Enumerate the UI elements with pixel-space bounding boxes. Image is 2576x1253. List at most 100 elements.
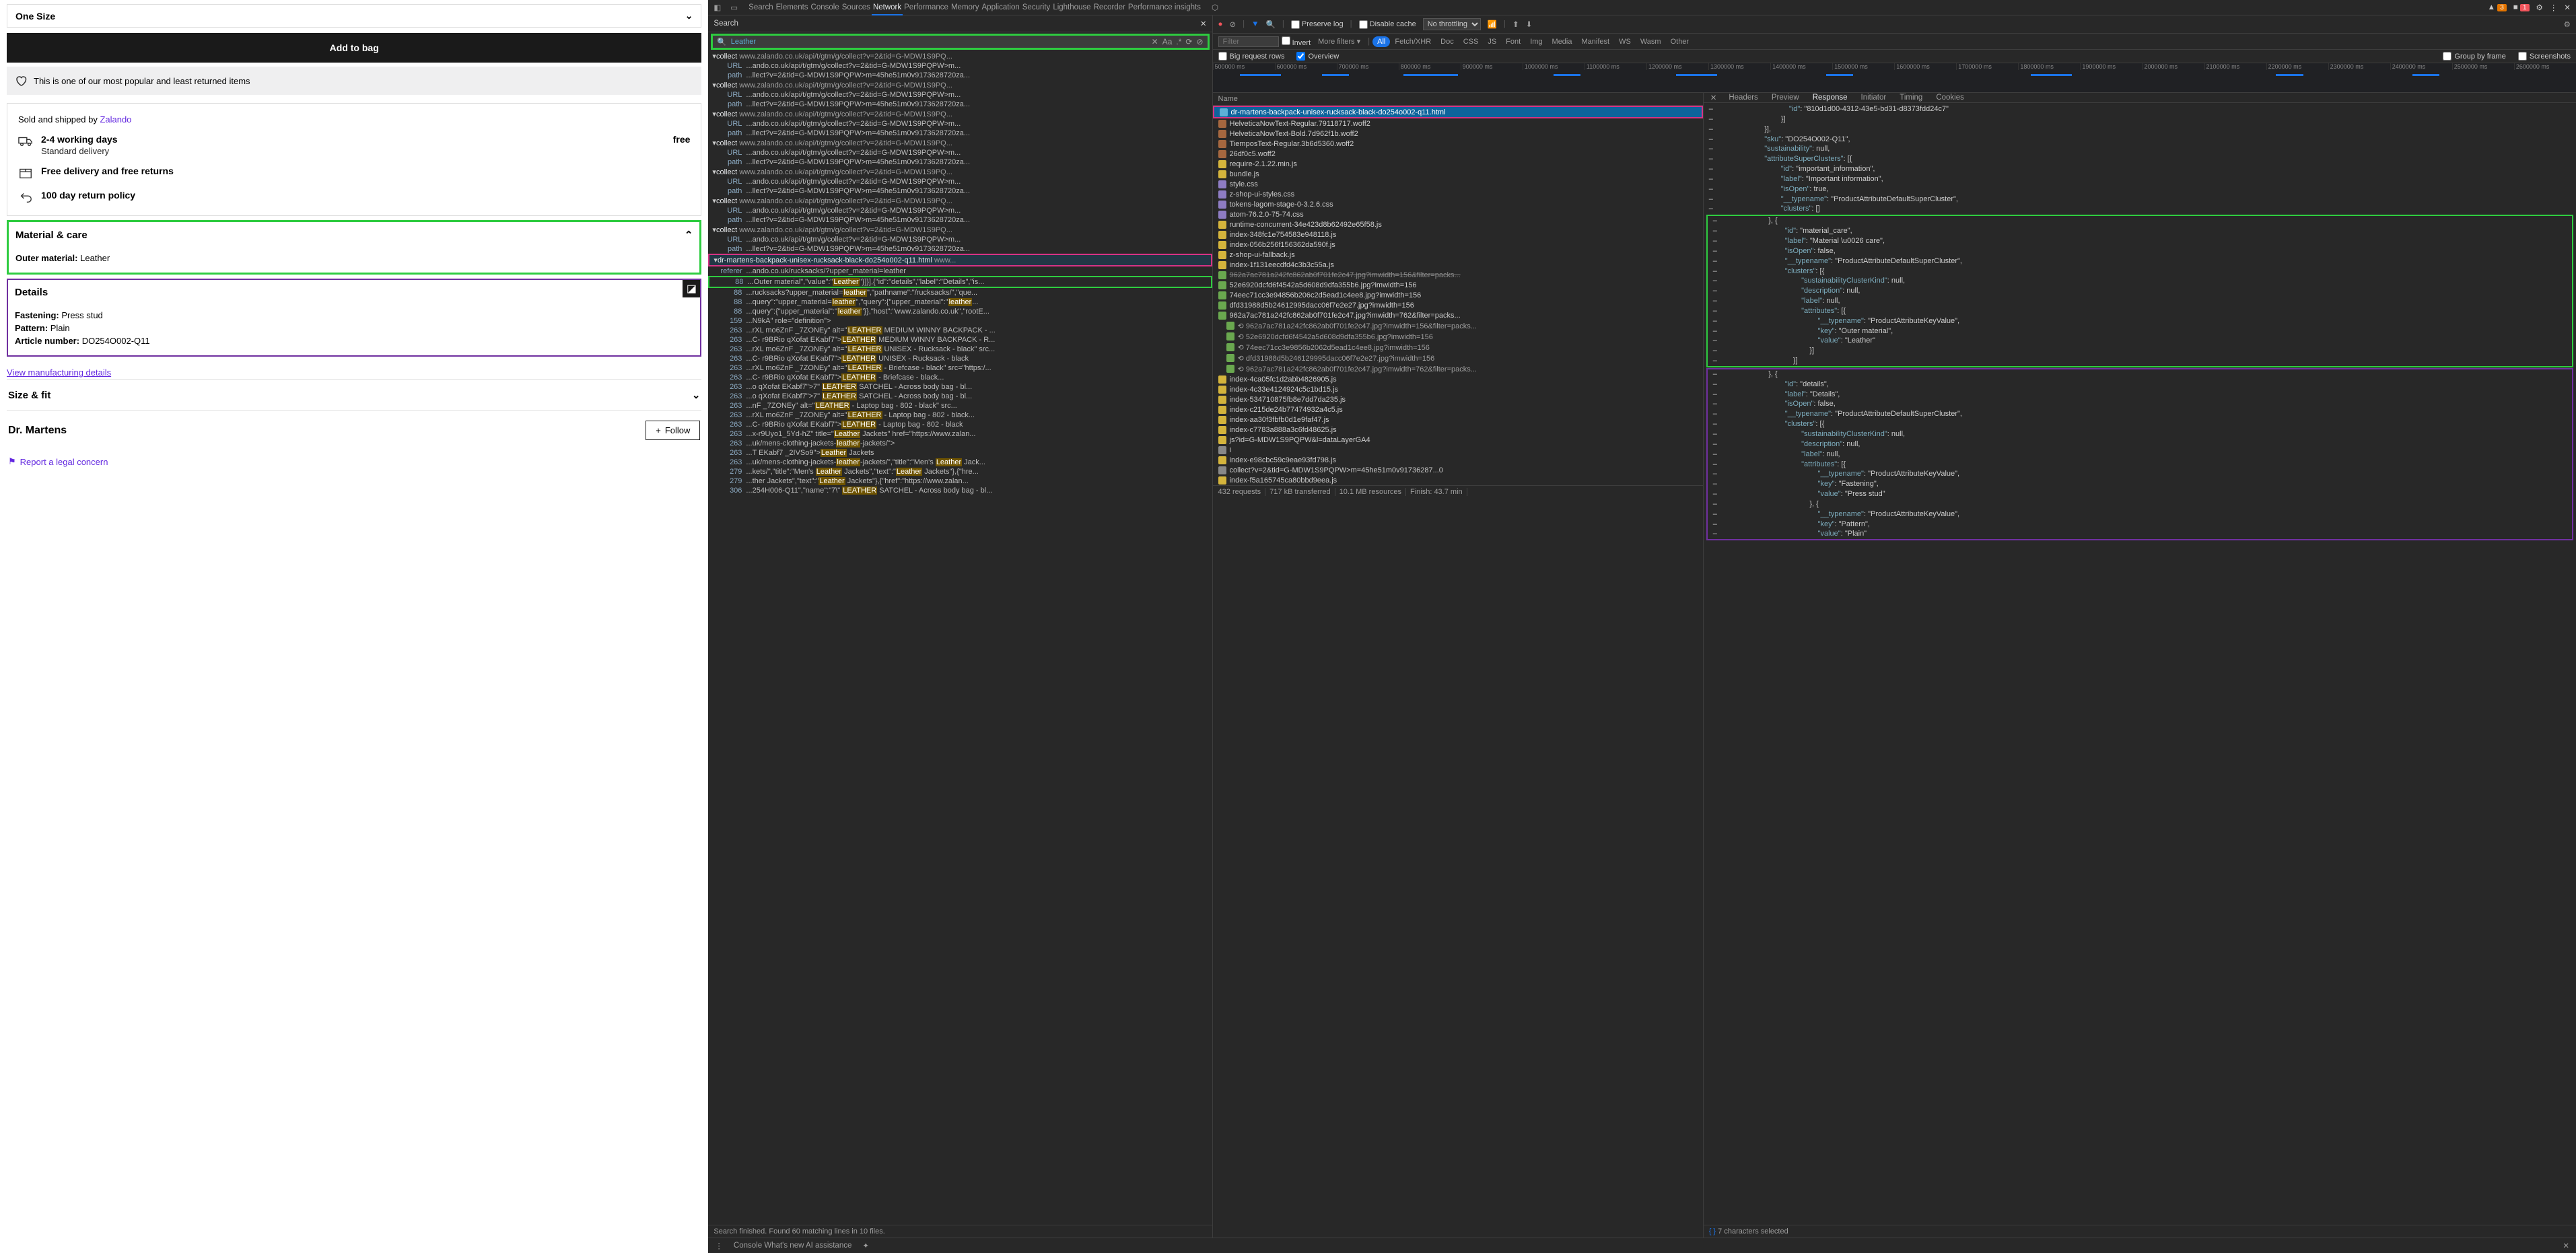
- case-button[interactable]: Aa: [1162, 37, 1173, 46]
- search-line[interactable]: path...llect?v=2&tid=G-MDW1S9PQPW>m=45he…: [708, 100, 1212, 109]
- search-icon[interactable]: 🔍: [1266, 20, 1276, 29]
- search-file-html[interactable]: ▾dr-martens-backpack-unisex-rucksack-bla…: [708, 254, 1212, 266]
- search-line[interactable]: 263...C- r9BRio qXofat EKabf7">LEATHER -…: [708, 373, 1212, 382]
- search-line[interactable]: 306...254H006-Q11","name":"7\" LEATHER S…: [708, 486, 1212, 495]
- close-icon[interactable]: ✕: [2563, 1241, 2569, 1250]
- search-line[interactable]: path...llect?v=2&tid=G-MDW1S9PQPW>m=45he…: [708, 215, 1212, 225]
- request-row[interactable]: 26df0c5.woff2: [1213, 149, 1703, 159]
- search-input[interactable]: [731, 38, 1148, 46]
- tab-sources[interactable]: Sources: [841, 1, 872, 14]
- search-line[interactable]: 263...C- r9BRio qXofat EKabf7">LEATHER M…: [708, 335, 1212, 345]
- request-row[interactable]: index-1f131eecdfd4c3b3c55a.js: [1213, 260, 1703, 270]
- request-row[interactable]: HelveticaNowText-Regular.79118717.woff2: [1213, 118, 1703, 129]
- search-line[interactable]: URL...ando.co.uk/api/t/gtm/g/collect?v=2…: [708, 235, 1212, 244]
- filter-input[interactable]: [1218, 36, 1279, 47]
- chip-fetch-xhr[interactable]: Fetch/XHR: [1390, 36, 1436, 47]
- request-row[interactable]: index-f5a165745ca80bbd9eea.js: [1213, 475, 1703, 485]
- search-line[interactable]: URL...ando.co.uk/api/t/gtm/g/collect?v=2…: [708, 206, 1212, 215]
- search-line[interactable]: 263...uk/mens-clothing-jackets-leather-j…: [708, 458, 1212, 467]
- request-row[interactable]: 962a7ac781a242fc862ab0f701fe2c47.jpg?imw…: [1213, 270, 1703, 280]
- search-line[interactable]: 263...uk/mens-clothing-jackets-leather-j…: [708, 439, 1212, 448]
- search-line[interactable]: 159...N9kA" role="definition">: [708, 316, 1212, 326]
- request-row[interactable]: 962a7ac781a242fc862ab0f701fe2c47.jpg?imw…: [1213, 310, 1703, 320]
- search-line[interactable]: URL...ando.co.uk/api/t/gtm/g/collect?v=2…: [708, 61, 1212, 71]
- size-selector[interactable]: One Size ⌄: [7, 4, 701, 28]
- chip-media[interactable]: Media: [1547, 36, 1577, 47]
- chip-manifest[interactable]: Manifest: [1577, 36, 1615, 47]
- waterfall[interactable]: 500000 ms600000 ms700000 ms800000 ms9000…: [1213, 63, 2576, 93]
- search-line[interactable]: 263...C- r9BRio qXofat EKabf7">LEATHER U…: [708, 354, 1212, 363]
- download-icon[interactable]: ⬇: [1526, 20, 1533, 29]
- search-line[interactable]: 279...kets/","title":"Men's Leather Jack…: [708, 467, 1212, 476]
- material-care-toggle[interactable]: Material & care ⌃: [15, 229, 693, 241]
- request-row[interactable]: 74eec71cc3e94856b206c2d5ead1c4ee8.jpg?im…: [1213, 290, 1703, 300]
- tab-console[interactable]: Console: [810, 1, 841, 14]
- request-row[interactable]: index-348fc1e754583e948118.js: [1213, 229, 1703, 240]
- request-row[interactable]: index-c7783a888a3c6fd48625.js: [1213, 425, 1703, 435]
- request-list[interactable]: Name dr-martens-backpack-unisex-rucksack…: [1213, 93, 1704, 1238]
- search-line[interactable]: 263...T EKabf7 _2IVSo9">Leather Jackets: [708, 448, 1212, 458]
- clear-button[interactable]: ⊘: [1230, 20, 1237, 29]
- invert-checkbox[interactable]: Invert: [1282, 36, 1311, 47]
- json-viewer[interactable]: – "id": "810d1d00-4312-43e5-bd31-d8373fd…: [1704, 103, 2576, 1225]
- search-file[interactable]: ▾collect www.zalando.co.uk/api/t/gtm/g/c…: [708, 225, 1212, 235]
- manufacturing-link[interactable]: View manufacturing details: [7, 367, 111, 378]
- upload-icon[interactable]: ⬆: [1512, 20, 1519, 29]
- preserve-log-checkbox[interactable]: Preserve log: [1291, 20, 1344, 29]
- request-row[interactable]: collect?v=2&tid=G-MDW1S9PQPW>m=45he51m0v…: [1213, 465, 1703, 475]
- overview-checkbox[interactable]: Overview: [1296, 52, 1339, 61]
- drawer-tab-what-s-new[interactable]: What's new: [764, 1242, 804, 1250]
- search-file[interactable]: ▾collect www.zalando.co.uk/api/t/gtm/g/c…: [708, 167, 1212, 177]
- drawer-toggle[interactable]: ⋮: [715, 1241, 723, 1250]
- search-line[interactable]: URL...ando.co.uk/api/t/gtm/g/collect?v=2…: [708, 177, 1212, 186]
- request-row[interactable]: z-shop-ui-styles.css: [1213, 189, 1703, 199]
- search-line[interactable]: URL...ando.co.uk/api/t/gtm/g/collect?v=2…: [708, 148, 1212, 157]
- chip-doc[interactable]: Doc: [1436, 36, 1459, 47]
- search-line[interactable]: 263...x-r9Uyo1_5Yd-hZ" title="Leather Ja…: [708, 429, 1212, 439]
- more-filters[interactable]: More filters ▾: [1313, 36, 1365, 47]
- search-line[interactable]: 279...ther Jackets","text":"Leather Jack…: [708, 476, 1212, 486]
- search-line[interactable]: URL...ando.co.uk/api/t/gtm/g/collect?v=2…: [708, 90, 1212, 100]
- record-button[interactable]: ●: [1218, 20, 1223, 28]
- big-rows-checkbox[interactable]: Big request rows: [1218, 52, 1285, 61]
- request-row[interactable]: z-shop-ui-fallback.js: [1213, 250, 1703, 260]
- search-line[interactable]: path...llect?v=2&tid=G-MDW1S9PQPW>m=45he…: [708, 71, 1212, 80]
- crop-icon[interactable]: ◪: [683, 280, 700, 297]
- search-line[interactable]: 263...rXL mo6ZnF _7ZONEy" alt="LEATHER -…: [708, 363, 1212, 373]
- request-row[interactable]: dr-martens-backpack-unisex-rucksack-blac…: [1213, 106, 1703, 118]
- more-icon[interactable]: ⋮: [2550, 3, 2558, 12]
- request-row[interactable]: index-aa30f3fbfb0d1e9faf47.js: [1213, 415, 1703, 425]
- close-icon[interactable]: ✕: [1200, 19, 1207, 28]
- request-row[interactable]: ⟲ 962a7ac781a242fc862ab0f701fe2c47.jpg?i…: [1213, 363, 1703, 374]
- inspect-icon[interactable]: ◧: [713, 3, 721, 12]
- search-line[interactable]: 263...o qXofat EKabf7">7" LEATHER SATCHE…: [708, 382, 1212, 392]
- search-line-88[interactable]: 88...Outer material","value":"Leather"}]…: [708, 276, 1212, 288]
- chip-css[interactable]: CSS: [1459, 36, 1484, 47]
- search-line[interactable]: 263...o qXofat EKabf7">7" LEATHER SATCHE…: [708, 392, 1212, 401]
- drawer-tab-console[interactable]: Console: [734, 1242, 762, 1250]
- gear-icon[interactable]: ⚙: [2564, 21, 2571, 29]
- report-link[interactable]: ⚑ Report a legal concern: [7, 450, 701, 474]
- search-file[interactable]: ▾collect www.zalando.co.uk/api/t/gtm/g/c…: [708, 109, 1212, 119]
- search-line[interactable]: 88...query":"upper_material=leather","qu…: [708, 297, 1212, 307]
- request-row[interactable]: require-2.1.22.min.js: [1213, 159, 1703, 169]
- tab-memory[interactable]: Memory: [950, 1, 981, 14]
- chip-all[interactable]: All: [1372, 36, 1390, 47]
- search-line[interactable]: path...llect?v=2&tid=G-MDW1S9PQPW>m=45he…: [708, 157, 1212, 167]
- search-results[interactable]: ▾collect www.zalando.co.uk/api/t/gtm/g/c…: [708, 51, 1212, 1225]
- search-line[interactable]: 263...rXL mo6ZnF _7ZONEy" alt="LEATHER -…: [708, 410, 1212, 420]
- details-toggle[interactable]: Details: [15, 287, 693, 298]
- request-row[interactable]: index-4c33e4124924c5c1bd15.js: [1213, 384, 1703, 394]
- search-line[interactable]: path...llect?v=2&tid=G-MDW1S9PQPW>m=45he…: [708, 129, 1212, 138]
- request-row[interactable]: i: [1213, 445, 1703, 455]
- search-line[interactable]: URL...ando.co.uk/api/t/gtm/g/collect?v=2…: [708, 119, 1212, 129]
- chip-font[interactable]: Font: [1501, 36, 1525, 47]
- filter-icon[interactable]: ▼: [1251, 20, 1259, 28]
- search-line[interactable]: path...llect?v=2&tid=G-MDW1S9PQPW>m=45he…: [708, 244, 1212, 254]
- request-row[interactable]: HelveticaNowText-Bold.7d962f1b.woff2: [1213, 129, 1703, 139]
- add-to-bag-button[interactable]: Add to bag: [7, 33, 701, 63]
- clear-button[interactable]: ✕: [1152, 37, 1158, 46]
- gear-icon[interactable]: ⚙: [2536, 3, 2543, 12]
- chip-js[interactable]: JS: [1483, 36, 1501, 47]
- tab-lighthouse[interactable]: Lighthouse: [1051, 1, 1092, 14]
